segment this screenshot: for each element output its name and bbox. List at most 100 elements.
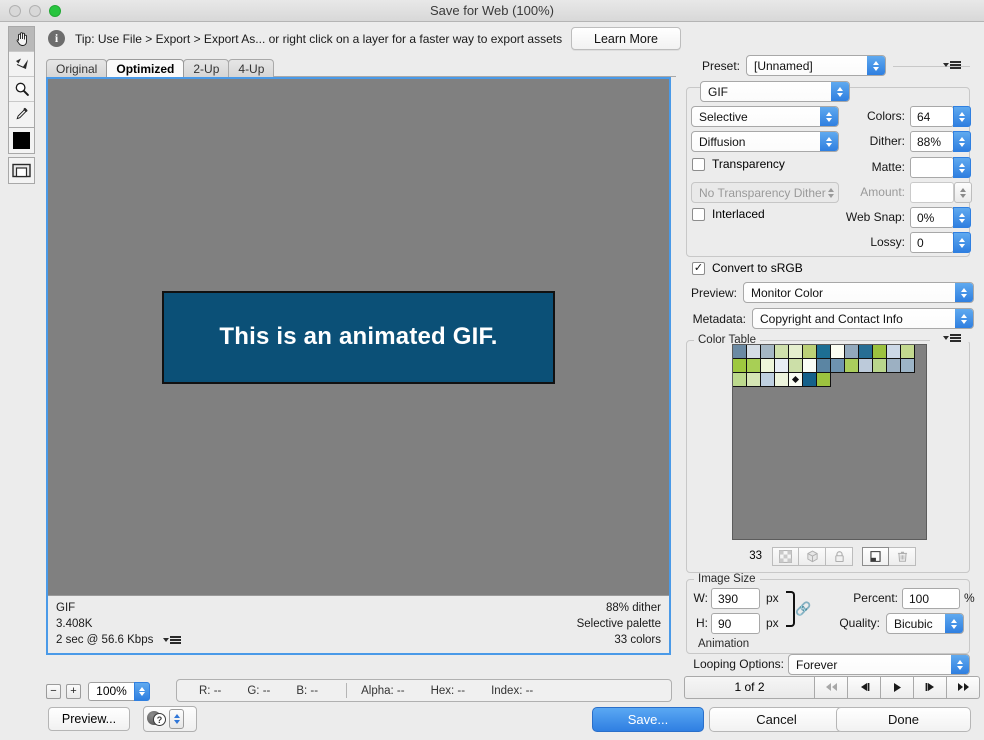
color-table-flyout-menu-icon[interactable] xyxy=(943,334,961,342)
new-color-button[interactable] xyxy=(862,546,889,566)
last-frame-button[interactable] xyxy=(947,675,980,699)
color-table-swatches[interactable] xyxy=(732,344,927,540)
lossy-stepper[interactable] xyxy=(953,232,971,253)
next-frame-button[interactable] xyxy=(914,675,947,699)
zoom-stepper[interactable] xyxy=(134,681,150,701)
preview-browser-selector[interactable]: ? xyxy=(143,706,197,732)
preview-canvas[interactable]: This is an animated GIF. xyxy=(48,79,669,595)
transparency-checkbox-row[interactable]: ✓ Transparency xyxy=(692,157,785,171)
color-reduction-dropdown[interactable]: Selective xyxy=(691,106,839,127)
color-swatch[interactable] xyxy=(887,359,901,373)
color-swatch[interactable] xyxy=(873,359,887,373)
color-swatch[interactable] xyxy=(761,345,775,359)
transparency-swatch-button[interactable] xyxy=(772,546,799,566)
color-swatch[interactable] xyxy=(817,345,831,359)
tab-4up[interactable]: 4-Up xyxy=(228,59,275,77)
convert-srgb-checkbox-row[interactable]: ✓ Convert to sRGB xyxy=(692,261,803,275)
zoom-level-input[interactable]: 100% xyxy=(88,681,134,701)
color-swatch[interactable] xyxy=(775,373,789,387)
color-swatch[interactable] xyxy=(887,345,901,359)
preview-button[interactable]: Preview... xyxy=(48,707,130,731)
metadata-dropdown[interactable]: Copyright and Contact Info xyxy=(752,308,974,329)
toggle-slice-visibility-button[interactable] xyxy=(8,157,35,184)
tab-2up[interactable]: 2-Up xyxy=(183,59,230,77)
color-swatch[interactable] xyxy=(817,373,831,387)
color-swatch[interactable] xyxy=(803,373,817,387)
web-snap-input[interactable]: 0% xyxy=(910,207,954,228)
looping-options-dropdown[interactable]: Forever xyxy=(788,654,970,675)
cancel-button[interactable]: Cancel xyxy=(709,707,844,732)
color-swatch[interactable] xyxy=(873,345,887,359)
lossy-input[interactable]: 0 xyxy=(910,232,954,253)
slice-select-tool[interactable] xyxy=(9,52,34,77)
file-format-dropdown[interactable]: GIF xyxy=(700,81,850,102)
lock-color-button[interactable] xyxy=(826,546,853,566)
color-swatch[interactable] xyxy=(817,359,831,373)
quality-dropdown[interactable]: Bicubic xyxy=(886,613,964,634)
height-input[interactable]: 90 xyxy=(711,613,760,634)
web-snap-stepper[interactable] xyxy=(953,207,971,228)
foreground-color-swatch[interactable] xyxy=(8,127,35,154)
zoom-tool[interactable] xyxy=(9,77,34,102)
color-swatch[interactable] xyxy=(831,345,845,359)
delete-color-button[interactable] xyxy=(889,546,916,566)
color-swatch[interactable] xyxy=(747,345,761,359)
dither-input[interactable]: 88% xyxy=(910,131,954,152)
color-swatch[interactable] xyxy=(775,345,789,359)
zoom-out-button[interactable]: − xyxy=(46,683,61,699)
eyedropper-tool[interactable] xyxy=(9,102,34,127)
tab-optimized[interactable]: Optimized xyxy=(106,59,185,77)
color-swatch[interactable] xyxy=(859,345,873,359)
color-swatch[interactable] xyxy=(761,359,775,373)
web-shift-button[interactable] xyxy=(799,546,826,566)
constrain-proportions-toggle[interactable]: 🔗 xyxy=(786,588,811,630)
color-swatch[interactable] xyxy=(803,359,817,373)
matte-stepper[interactable] xyxy=(953,157,971,178)
color-swatch[interactable] xyxy=(831,359,845,373)
preview-color-dropdown[interactable]: Monitor Color xyxy=(743,282,974,303)
colors-input[interactable]: 64 xyxy=(910,106,954,127)
color-swatch[interactable] xyxy=(845,345,859,359)
width-input[interactable]: 390 xyxy=(711,588,760,609)
dither-stepper[interactable] xyxy=(953,131,971,152)
color-swatch[interactable] xyxy=(845,359,859,373)
interlaced-checkbox[interactable]: ✓ xyxy=(692,207,705,221)
percent-input[interactable]: 100 xyxy=(902,588,960,609)
color-swatch[interactable] xyxy=(789,359,803,373)
play-icon xyxy=(893,682,901,692)
interlaced-checkbox-row[interactable]: ✓ Interlaced xyxy=(692,207,765,221)
color-swatch[interactable] xyxy=(733,359,747,373)
save-button[interactable]: Save... xyxy=(592,707,704,732)
color-swatch[interactable] xyxy=(789,373,803,387)
dither-algorithm-dropdown[interactable]: Diffusion xyxy=(691,131,839,152)
browser-stepper[interactable] xyxy=(169,709,184,729)
convert-srgb-checkbox[interactable]: ✓ xyxy=(692,261,705,275)
preset-dropdown[interactable]: [Unnamed] xyxy=(746,55,886,76)
status-flyout-menu-icon[interactable] xyxy=(163,636,182,644)
status-format: GIF xyxy=(56,602,76,614)
zoom-in-button[interactable]: + xyxy=(66,683,81,699)
color-swatch[interactable] xyxy=(733,373,747,387)
color-swatch[interactable] xyxy=(803,345,817,359)
matte-input[interactable] xyxy=(910,157,954,178)
color-swatch[interactable] xyxy=(901,359,915,373)
done-button[interactable]: Done xyxy=(836,707,971,732)
first-frame-button[interactable] xyxy=(815,675,848,699)
preview-canvas-frame[interactable]: This is an animated GIF. GIF 88% dither … xyxy=(46,77,671,655)
transparency-checkbox[interactable]: ✓ xyxy=(692,157,705,171)
colors-stepper[interactable] xyxy=(953,106,971,127)
color-swatch[interactable] xyxy=(789,345,803,359)
play-button[interactable] xyxy=(881,675,914,699)
hand-tool[interactable] xyxy=(9,27,34,52)
learn-more-button[interactable]: Learn More xyxy=(571,27,681,50)
color-swatch[interactable] xyxy=(901,345,915,359)
color-swatch[interactable] xyxy=(733,345,747,359)
tab-original[interactable]: Original xyxy=(46,59,108,77)
color-swatch[interactable] xyxy=(859,359,873,373)
color-swatch[interactable] xyxy=(775,359,789,373)
previous-frame-button[interactable] xyxy=(848,675,881,699)
color-swatch[interactable] xyxy=(747,359,761,373)
color-swatch[interactable] xyxy=(761,373,775,387)
color-swatch[interactable] xyxy=(747,373,761,387)
preset-flyout-menu-icon[interactable] xyxy=(943,61,961,69)
